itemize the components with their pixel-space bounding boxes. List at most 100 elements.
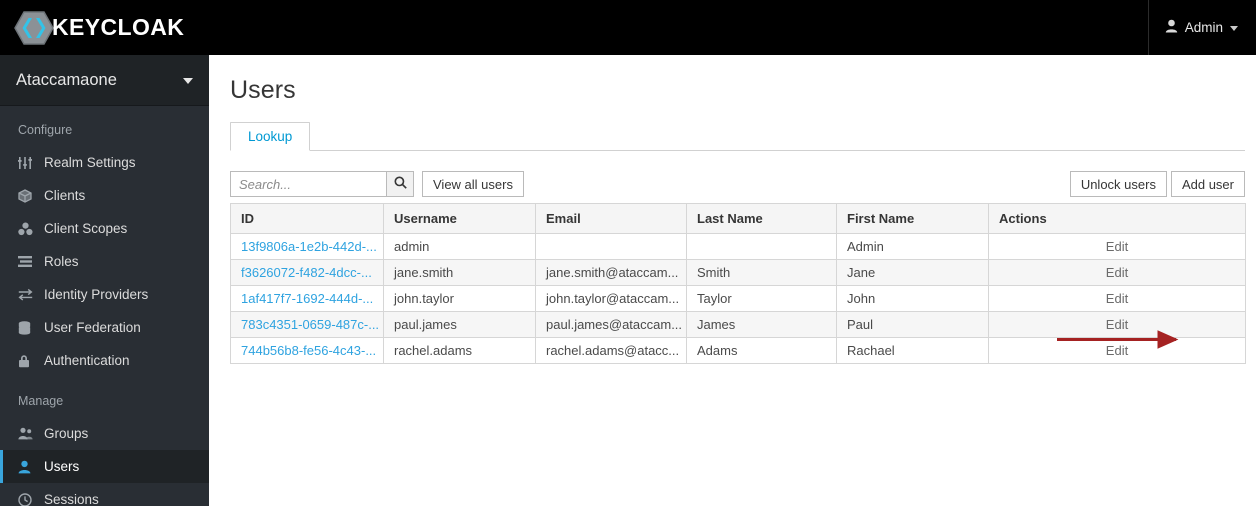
cell-email: rachel.adams@atacc... <box>535 337 687 364</box>
brand-title: KEYCLOAK <box>52 14 185 40</box>
cell-email: john.taylor@ataccam... <box>535 285 687 312</box>
cell-id: f3626072-f482-4dcc-... <box>230 259 384 286</box>
cubes-icon <box>18 222 44 236</box>
user-id-link[interactable]: 783c4351-0659-487c-... <box>241 317 379 332</box>
column-header-actions: Actions <box>988 203 1246 234</box>
sidebar-item-authentication[interactable]: Authentication <box>0 344 209 377</box>
search-input[interactable] <box>230 171 386 197</box>
lock-icon <box>18 354 44 368</box>
cell-first-name: John <box>836 285 989 312</box>
sidebar-item-user-federation[interactable]: User Federation <box>0 311 209 344</box>
user-avatar-icon <box>1165 19 1178 36</box>
column-header-username[interactable]: Username <box>383 203 536 234</box>
user-menu-label: Admin <box>1184 20 1223 35</box>
user-id-link[interactable]: 744b56b8-fe56-4c43-... <box>241 343 376 358</box>
page-title: Users <box>230 76 296 104</box>
keycloak-admin-console: KEYCLOAK Admin Ataccamaone Configure Rea… <box>0 0 1256 506</box>
cell-last-name: Adams <box>686 337 837 364</box>
top-header-bar: KEYCLOAK Admin <box>0 0 1256 55</box>
cell-last-name: Smith <box>686 259 837 286</box>
action-edit-link[interactable]: Edit <box>988 259 1246 286</box>
cell-id: 783c4351-0659-487c-... <box>230 311 384 338</box>
sidebar-item-label: Client Scopes <box>44 221 128 236</box>
search-button[interactable] <box>386 171 414 197</box>
unlock-users-button[interactable]: Unlock users <box>1069 171 1167 197</box>
cell-first-name: Jane <box>836 259 989 286</box>
cell-email: paul.james@ataccam... <box>535 311 687 338</box>
chevron-down-icon <box>183 78 193 84</box>
sidebar-item-label: Authentication <box>44 353 130 368</box>
sidebar-item-clients[interactable]: Clients <box>0 179 209 212</box>
table-row: 13f9806a-1e2b-442d-...adminAdminEditImpe… <box>230 233 1246 260</box>
column-header-id[interactable]: ID <box>230 203 384 234</box>
user-menu-button[interactable]: Admin <box>1149 0 1256 55</box>
user-id-link[interactable]: 13f9806a-1e2b-442d-... <box>241 239 377 254</box>
cell-first-name: Admin <box>836 233 989 260</box>
sidebar-item-label: Sessions <box>44 492 99 506</box>
cell-email <box>535 233 687 260</box>
cell-username: rachel.adams <box>383 337 536 364</box>
table-row: 783c4351-0659-487c-... paul.james paul.jam… <box>230 311 1246 338</box>
action-edit-link[interactable]: Edit <box>988 285 1246 312</box>
sidebar-item-realm-settings[interactable]: Realm Settings <box>0 146 209 179</box>
sidebar-item-label: Realm Settings <box>44 155 136 170</box>
clock-icon <box>18 492 44 506</box>
chevron-down-icon <box>1230 26 1238 31</box>
nav-group-title-manage: Manage <box>18 394 64 408</box>
column-header-first-name[interactable]: First Name <box>836 203 989 234</box>
tab-bar: Lookup <box>230 122 1245 151</box>
sidebar-item-groups[interactable]: Groups <box>0 417 209 450</box>
cell-last-name: James <box>686 311 837 338</box>
sidebar-item-label: Users <box>44 459 80 474</box>
search-group <box>230 171 414 197</box>
search-icon <box>394 176 407 192</box>
user-id-link[interactable]: 1af417f7-1692-444d-... <box>241 291 373 306</box>
action-edit-link[interactable]: Edit <box>988 311 1246 338</box>
sidebar-navigation: Ataccamaone Configure Realm Settings Cli… <box>0 55 209 506</box>
exchange-arrows-icon <box>18 288 44 301</box>
add-user-button[interactable]: Add user <box>1170 171 1245 197</box>
column-header-email[interactable]: Email <box>535 203 687 234</box>
user-icon <box>18 460 44 474</box>
users-toolbar: View all users Unlock users Add user <box>230 169 1245 199</box>
table-row: 1af417f7-1692-444d-... john.taylor john.ta… <box>230 285 1246 312</box>
cell-username: admin <box>383 233 536 260</box>
users-table-head: ID Username Email Last Name First Name A… <box>230 203 1246 234</box>
database-icon <box>18 320 44 335</box>
sidebar-item-client-scopes[interactable]: Client Scopes <box>0 212 209 245</box>
cell-id: 744b56b8-fe56-4c43-... <box>230 337 384 364</box>
realm-selector[interactable]: Ataccamaone <box>0 55 209 106</box>
user-id-link[interactable]: f3626072-f482-4dcc-... <box>241 265 372 280</box>
main-content: Users Lookup View all users <box>209 55 1256 506</box>
action-edit-link[interactable]: Edit <box>988 233 1246 260</box>
sidebar-item-users[interactable]: Users <box>0 450 209 483</box>
sidebar-item-roles[interactable]: Roles <box>0 245 209 278</box>
brand-logo[interactable]: KEYCLOAK <box>0 10 185 45</box>
table-row: 744b56b8-fe56-4c43-... rachel.adams rachel… <box>230 337 1246 364</box>
sidebar-item-label: Identity Providers <box>44 287 149 302</box>
column-header-last-name[interactable]: Last Name <box>686 203 837 234</box>
cell-username: john.taylor <box>383 285 536 312</box>
sidebar-item-label: Clients <box>44 188 86 203</box>
keycloak-logo-icon <box>14 10 54 45</box>
users-table: ID Username Email Last Name First Name A… <box>230 203 1246 364</box>
top-header-right: Admin <box>1147 0 1256 55</box>
cell-first-name: Paul <box>836 311 989 338</box>
realm-name: Ataccamaone <box>16 70 117 89</box>
users-group-icon <box>18 427 44 440</box>
sidebar-item-sessions[interactable]: Sessions <box>0 483 209 506</box>
cube-icon <box>18 188 44 203</box>
view-all-users-button[interactable]: View all users <box>422 171 524 197</box>
cell-id: 1af417f7-1692-444d-... <box>230 285 384 312</box>
users-table-body: 13f9806a-1e2b-442d-...adminAdminEditImpe… <box>230 233 1246 364</box>
action-edit-link[interactable]: Edit <box>988 337 1246 364</box>
cell-first-name: Rachael <box>836 337 989 364</box>
sidebar-item-identity-providers[interactable]: Identity Providers <box>0 278 209 311</box>
nav-group-title-configure: Configure <box>18 123 73 137</box>
sidebar-item-label: Roles <box>44 254 79 269</box>
sliders-icon <box>18 156 44 170</box>
toolbar-actions: Unlock users Add user <box>1069 171 1245 197</box>
tab-lookup[interactable]: Lookup <box>230 122 311 151</box>
table-header-row: ID Username Email Last Name First Name A… <box>230 203 1246 234</box>
table-row: f3626072-f482-4dcc-... jane.smith jane.smi… <box>230 259 1246 286</box>
